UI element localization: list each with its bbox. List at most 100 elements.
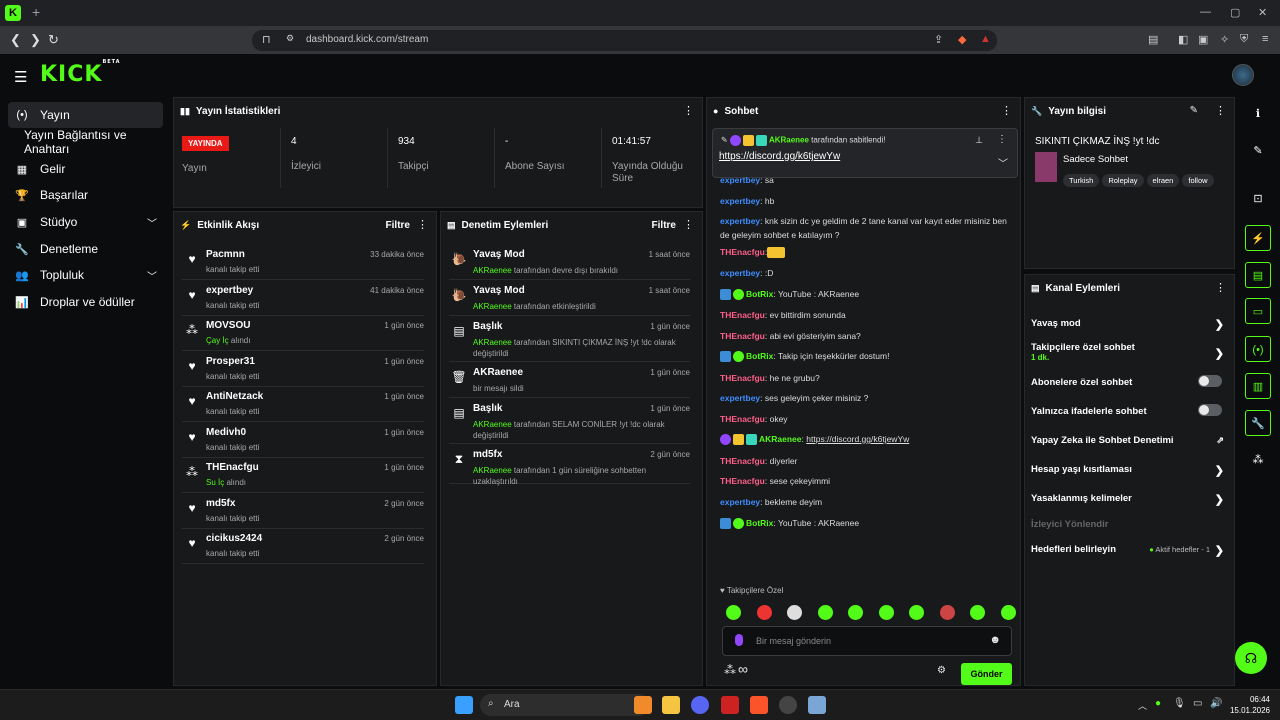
- focus-icon[interactable]: ⊡: [1245, 186, 1271, 212]
- chat-username[interactable]: expertbey: [720, 196, 760, 206]
- community-icon[interactable]: ⁂: [1245, 447, 1271, 473]
- emotes-only-toggle[interactable]: [1198, 404, 1222, 416]
- activity-row[interactable]: ⁂ MOVSOU Çay İç alındı 1 gün önce: [182, 315, 424, 351]
- settings-icon[interactable]: ⚙: [937, 665, 946, 676]
- sidebar-item-moderation[interactable]: 🔧 Denetleme: [8, 236, 163, 262]
- moderator-name[interactable]: AKRaenee: [473, 466, 512, 475]
- sidebar-item-community[interactable]: 👥 Topluluk ﹀: [8, 262, 163, 288]
- sidebar-item-revenue[interactable]: ▦ Gelir: [8, 156, 163, 182]
- activity-user-name[interactable]: expertbey: [206, 285, 253, 296]
- chat-message[interactable]: THEnacfgu: ev bittirdim sonunda: [720, 308, 1010, 322]
- chat-message[interactable]: expertbey: hb: [720, 194, 1010, 208]
- moderation-filter-button[interactable]: Filtre: [652, 220, 676, 231]
- chat-link[interactable]: https://discord.gg/k6tjewYw: [806, 434, 909, 444]
- activity-user-name[interactable]: md5fx: [206, 498, 235, 509]
- user-avatar[interactable]: [1232, 64, 1254, 86]
- sidebar-item-studio[interactable]: ▣ Stüdyo ﹀: [8, 209, 163, 235]
- chat-username[interactable]: THEnacfgu: [720, 247, 765, 257]
- activity-row[interactable]: ♥ expertbey kanalı takip etti 41 dakika önc…: [182, 280, 424, 316]
- emote-icon[interactable]: [1000, 605, 1016, 620]
- action-slow-mode[interactable]: Yavaş mod ❯: [1031, 318, 1224, 331]
- emote-icon[interactable]: [939, 605, 955, 620]
- network-icon[interactable]: ▭: [1193, 698, 1202, 709]
- chat-username[interactable]: expertbey: [720, 268, 760, 278]
- more-options-icon[interactable]: ⋮: [997, 134, 1007, 145]
- action-subscribers-only[interactable]: Abonelere özel sohbet: [1031, 375, 1224, 388]
- chat-message[interactable]: expertbey: sa: [720, 173, 1010, 187]
- tag[interactable]: Roleplay: [1102, 174, 1144, 187]
- share-icon[interactable]: ⇪: [934, 33, 943, 46]
- chat-username[interactable]: expertbey: [720, 216, 760, 226]
- chat-message[interactable]: THEnacfgu: diyerler: [720, 454, 1010, 468]
- close-icon[interactable]: ✕: [1258, 6, 1267, 19]
- chat-username[interactable]: BotRix: [746, 289, 773, 299]
- forward-icon[interactable]: ❯: [30, 32, 41, 48]
- moderation-row[interactable]: 🐌 Yavaş Mod AKRaenee tarafından etkinleşti…: [449, 280, 690, 316]
- chat-username[interactable]: expertbey: [720, 175, 760, 185]
- emote-icon[interactable]: [787, 605, 803, 620]
- moderation-row[interactable]: 🗑 AKRaenee bir mesajı sildi 1 gün önce: [449, 362, 690, 398]
- more-options-icon[interactable]: ⋮: [1215, 104, 1226, 117]
- app-icon[interactable]: [721, 696, 739, 714]
- chat-message[interactable]: AKRaenee: https://discord.gg/k6tjewYw: [720, 432, 1010, 446]
- bookmark-icon[interactable]: ⊓: [262, 33, 271, 46]
- sidebar-toggle-icon[interactable]: ◧: [1178, 33, 1188, 46]
- app-icon[interactable]: [808, 696, 826, 714]
- tag[interactable]: Turkish: [1063, 174, 1100, 187]
- chat-username[interactable]: expertbey: [720, 497, 760, 507]
- support-fab[interactable]: ☊: [1235, 642, 1267, 674]
- chat-icon[interactable]: ▭: [1245, 298, 1271, 324]
- tray-chevron-icon[interactable]: ︿: [1138, 699, 1147, 712]
- chat-message[interactable]: BotRix: Takip için teşekkürler dostum!: [720, 349, 1010, 363]
- emote-icon[interactable]: [726, 605, 741, 620]
- chat-username[interactable]: THEnacfgu: [720, 331, 765, 341]
- volume-icon[interactable]: 🔊: [1210, 698, 1222, 709]
- moderation-row[interactable]: 🐌 Yavaş Mod AKRaenee tarafından devre dışı…: [449, 244, 690, 280]
- broadcast-icon[interactable]: (•): [1245, 336, 1271, 362]
- action-banned-words[interactable]: Yasaklanmış kelimeler ❯: [1031, 493, 1224, 506]
- folder-icon[interactable]: [662, 696, 680, 714]
- info-icon[interactable]: ℹ: [1245, 101, 1271, 127]
- emote-icon[interactable]: [817, 605, 833, 620]
- discord-icon[interactable]: [691, 696, 709, 714]
- activity-row[interactable]: ♥ md5fx kanalı takip etti 2 gün önce: [182, 493, 424, 529]
- windows-start-icon[interactable]: [455, 696, 473, 714]
- community-icon[interactable]: ⁂: [724, 663, 736, 677]
- emote-icon[interactable]: [848, 605, 864, 620]
- chat-message[interactable]: THEnacfgu: he ne grubu?: [720, 371, 1010, 385]
- chat-message[interactable]: expertbey: knk sizin dc ye geldim de 2 t…: [720, 214, 1010, 242]
- activity-user-name[interactable]: Pacmnn: [206, 249, 245, 260]
- reload-icon[interactable]: ↻: [48, 32, 59, 48]
- chat-message[interactable]: THEnacfgu: okey: [720, 412, 1010, 426]
- moderator-name[interactable]: AKRaenee: [473, 302, 512, 311]
- moderator-name[interactable]: AKRaenee: [473, 420, 512, 429]
- action-account-age[interactable]: Hesap yaşı kısıtlaması ❯: [1031, 464, 1224, 477]
- chat-username[interactable]: THEnacfgu: [720, 476, 765, 486]
- chevron-down-icon[interactable]: ﹀: [998, 155, 1008, 170]
- kick-favicon[interactable]: K: [5, 5, 21, 21]
- emote-icon[interactable]: [909, 605, 925, 620]
- activity-user-name[interactable]: AntiNetzack: [206, 391, 263, 402]
- activity-filter-button[interactable]: Filtre: [386, 220, 410, 231]
- hamburger-icon[interactable]: ☰: [14, 68, 27, 86]
- more-options-icon[interactable]: ⋮: [1215, 281, 1226, 294]
- minimize-icon[interactable]: —: [1200, 6, 1211, 18]
- taskbar-clock[interactable]: 06:44 15.01.2026: [1230, 694, 1270, 716]
- send-button[interactable]: Gönder: [961, 663, 1012, 685]
- emoji-icon[interactable]: ☻: [989, 634, 1001, 646]
- wallet-icon[interactable]: ▣: [1198, 33, 1208, 46]
- reader-icon[interactable]: ▤: [1148, 33, 1158, 46]
- infinity-icon[interactable]: ∞: [738, 661, 748, 677]
- moderator-name[interactable]: AKRaenee: [473, 266, 512, 275]
- moderation-row[interactable]: ▤ Başlık AKRaenee tarafından SIKINTI ÇIKMA…: [449, 316, 690, 362]
- activity-row[interactable]: ♥ Medivh0 kanalı takip etti 1 gün önce: [182, 422, 424, 458]
- menu-icon[interactable]: ≡: [1262, 33, 1268, 45]
- edit-icon[interactable]: ✎: [1245, 138, 1271, 164]
- maximize-icon[interactable]: ▢: [1230, 6, 1240, 19]
- chat-username[interactable]: expertbey: [720, 393, 760, 403]
- activity-user-name[interactable]: Prosper31: [206, 356, 255, 367]
- moderator-name[interactable]: AKRaenee: [473, 338, 512, 347]
- app-icon[interactable]: [634, 696, 652, 714]
- pinned-message[interactable]: ✎ AKRaenee tarafından sabitlendi! https:…: [712, 128, 1018, 178]
- action-ai-moderation[interactable]: Yapay Zeka ile Sohbet Denetimi ⇗: [1031, 435, 1224, 446]
